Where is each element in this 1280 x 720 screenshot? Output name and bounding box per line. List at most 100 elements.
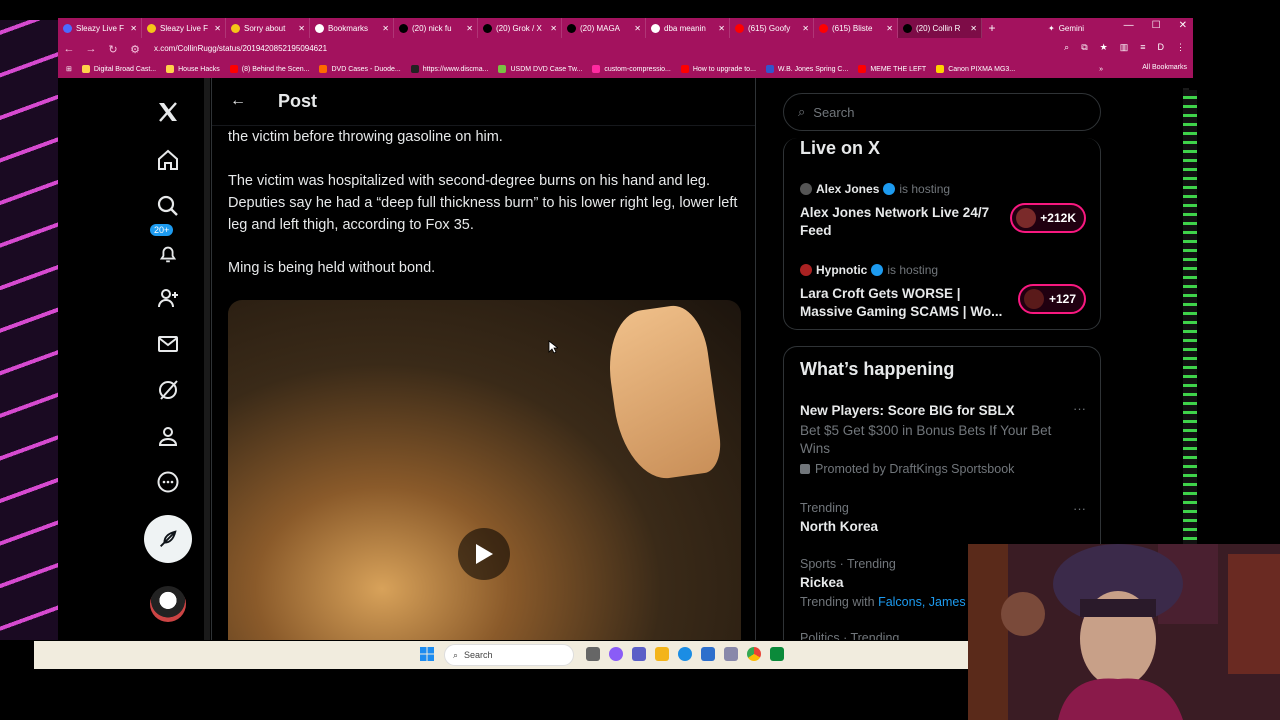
task-view-icon[interactable] [586,647,600,661]
bookmark-item[interactable]: (8) Behind the Scen... [229,65,309,73]
app-icon[interactable] [770,647,784,661]
forward-arrow-icon[interactable]: → [80,43,102,55]
store-icon[interactable] [701,647,715,661]
tab-close-icon[interactable]: ✕ [970,24,977,33]
browser-tab[interactable]: Sorry about ✕ [226,18,310,38]
messages-icon[interactable] [138,326,198,362]
host-avatar[interactable] [800,264,812,276]
minimize-icon[interactable]: — [1124,20,1134,31]
compose-post-button[interactable] [144,515,192,563]
profile-icon[interactable]: D [1158,42,1165,53]
profile-icon[interactable] [138,418,198,454]
reload-icon[interactable]: ↻ [102,43,124,56]
browser-tab[interactable]: (615) Goofy ✕ [730,18,814,38]
x-logo-icon[interactable] [138,94,198,130]
media-icon[interactable]: ≡ [1140,42,1145,53]
host-name[interactable]: Alex Jones [816,182,879,196]
copilot-icon[interactable] [609,647,623,661]
more-icon[interactable] [138,464,198,500]
grok-icon[interactable] [138,372,198,408]
bookmark-item[interactable]: MEME THE LEFT [858,65,926,73]
browser-tab[interactable]: (20) Collin R ✕ [898,18,982,38]
gemini-button[interactable]: ✦ Gemini [1048,21,1084,35]
bookmark-item[interactable]: How to upgrade to... [680,65,756,73]
tab-close-icon[interactable]: ✕ [214,24,221,33]
search-input[interactable]: ⌕ Search [783,93,1101,131]
bookmark-label: How to upgrade to... [692,65,756,73]
browser-tab[interactable]: dba meanin ✕ [646,18,730,38]
bookmark-item[interactable]: https://www.discma... [410,65,488,73]
bookmark-item[interactable]: Canon PIXMA MG3... [936,65,1015,73]
teams-icon[interactable] [632,647,646,661]
install-icon[interactable]: ⧉ [1081,42,1087,53]
site-info-icon[interactable]: ⚙ [124,43,146,56]
trending-with-links[interactable]: Falcons, James P [878,595,977,609]
tab-close-icon[interactable]: ✕ [298,24,305,33]
live-listener-count[interactable]: +212K [1010,203,1086,233]
nav-scrollbar[interactable] [204,78,210,640]
trend-name[interactable]: Rickea [800,575,844,590]
promoted-icon [800,464,810,474]
browser-tab[interactable]: (20) nick fu ✕ [394,18,478,38]
bookmark-item[interactable]: W.B. Jones Spring C... [765,65,848,73]
close-icon[interactable]: ✕ [1179,20,1187,31]
taskbar-search-label: Search [464,650,493,660]
live-title-link[interactable]: Alex Jones Network Live 24/7 Feed [800,204,1010,240]
follow-icon[interactable] [138,280,198,316]
file-explorer-icon[interactable] [655,647,669,661]
play-button[interactable] [458,528,510,580]
new-tab-button[interactable]: + [982,21,1002,35]
zoom-icon[interactable]: ⌕ [1064,42,1069,53]
star-icon[interactable]: ★ [1100,42,1108,53]
home-icon[interactable] [138,142,198,178]
tab-close-icon[interactable]: ✕ [466,24,473,33]
windows-start-icon[interactable] [420,647,434,661]
promo-description: Bet $5 Get $300 in Bonus Bets If Your Be… [800,423,1052,456]
account-avatar[interactable] [150,586,186,622]
sidepanel-icon[interactable]: ▥ [1120,42,1129,53]
bookmark-item[interactable]: Digital Broad Cast... [81,65,157,73]
browser-tab[interactable]: (20) MAGA ✕ [562,18,646,38]
trend-name[interactable]: North Korea [800,519,878,534]
notifications-icon[interactable] [138,236,198,272]
tab-close-icon[interactable]: ✕ [634,24,641,33]
more-bookmarks-icon[interactable]: » [1099,66,1103,73]
promo-title[interactable]: New Players: Score BIG for SBLX [800,403,1015,418]
more-options-icon[interactable]: ··· [1073,501,1086,516]
live-listener-count[interactable]: +127 [1018,284,1086,314]
browser-tab[interactable]: Bookmarks ✕ [310,18,394,38]
url-field[interactable]: x.com/CollinRugg/status/2019420852195094… [146,41,1026,57]
bookmark-item[interactable]: House Hacks [166,65,220,73]
browser-tab[interactable]: Sleazy Live F ✕ [142,18,226,38]
maximize-icon[interactable]: ☐ [1152,20,1161,31]
tab-close-icon[interactable]: ✕ [550,24,557,33]
tab-close-icon[interactable]: ✕ [802,24,809,33]
trend-context: Politics · Trending [800,631,900,640]
tab-close-icon[interactable]: ✕ [382,24,389,33]
menu-icon[interactable]: ⋮ [1176,42,1185,53]
host-name[interactable]: Hypnotic [816,263,867,277]
bookmark-item[interactable]: custom-compressio... [592,65,671,73]
back-arrow-icon[interactable]: ← [58,43,80,55]
video-player[interactable] [228,300,741,640]
browser-tab[interactable]: (20) Grok / X ✕ [478,18,562,38]
taskbar-search[interactable]: ⌕ Search [444,644,574,666]
browser-tab[interactable]: Sleazy Live F ✕ [58,18,142,38]
post-text-line: the victim before throwing gasoline on h… [228,129,503,145]
tab-close-icon[interactable]: ✕ [886,24,893,33]
search-icon[interactable] [138,188,198,224]
all-bookmarks-button[interactable]: All Bookmarks [1142,64,1187,71]
tab-close-icon[interactable]: ✕ [130,24,137,33]
edge-icon[interactable] [678,647,692,661]
more-options-icon[interactable]: ··· [1073,401,1086,416]
live-title-link[interactable]: Lara Croft Gets WORSE | Massive Gaming S… [800,285,1015,321]
bookmark-item[interactable]: USDM DVD Case Tw... [498,65,582,73]
chrome-icon[interactable] [747,647,761,661]
bookmark-item[interactable]: DVD Cases - Duode... [319,65,401,73]
host-avatar[interactable] [800,183,812,195]
back-arrow-icon[interactable]: ← [230,92,246,110]
tab-close-icon[interactable]: ✕ [718,24,725,33]
bookmark-label: Digital Broad Cast... [93,65,157,73]
settings-icon[interactable] [724,647,738,661]
browser-tab[interactable]: (615) Bliste ✕ [814,18,898,38]
